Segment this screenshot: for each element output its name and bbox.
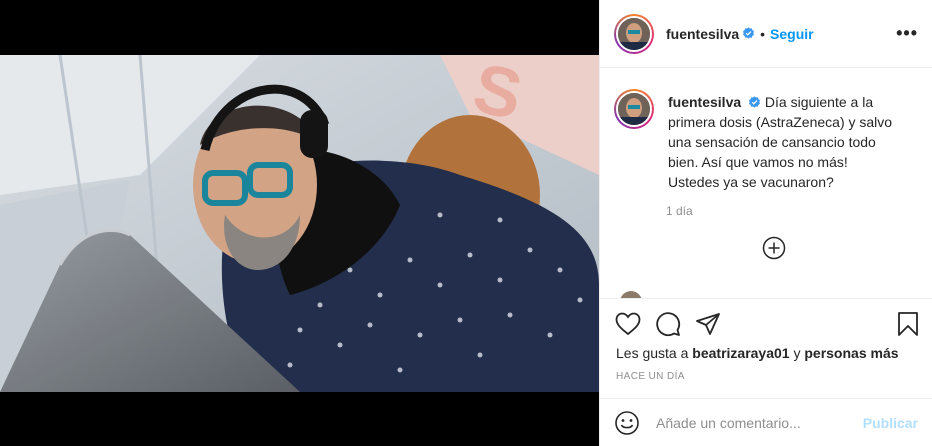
header-separator: •: [760, 25, 766, 42]
save-button[interactable]: [894, 310, 922, 338]
post-actions: Les gusta a beatrizaraya01 y personas má…: [600, 298, 932, 382]
likes-user[interactable]: beatrizaraya01: [692, 345, 789, 361]
likes-summary: Les gusta a beatrizaraya01 y personas má…: [616, 345, 932, 361]
instagram-post-modal: S fuentesilva • Seguir ••• fuentesilva D…: [0, 0, 932, 446]
add-comment-icon[interactable]: [762, 236, 786, 260]
share-button[interactable]: [694, 310, 722, 338]
avatar-image: [618, 93, 650, 125]
post-sidebar: fuentesilva • Seguir ••• fuentesilva Día…: [599, 0, 932, 446]
author-avatar[interactable]: [614, 13, 654, 54]
author-username[interactable]: fuentesilva: [666, 26, 739, 42]
post-header: fuentesilva • Seguir •••: [600, 0, 932, 68]
post-photo[interactable]: S: [0, 55, 599, 392]
likes-others[interactable]: personas más: [804, 345, 898, 361]
caption-avatar[interactable]: [614, 89, 654, 129]
likes-prefix: Les gusta a: [616, 345, 693, 361]
comment-input[interactable]: [654, 413, 863, 432]
like-button[interactable]: [614, 310, 642, 338]
comment-button[interactable]: [654, 310, 682, 338]
share-icon: [696, 313, 720, 335]
heart-icon: [615, 312, 641, 336]
publish-button[interactable]: Publicar: [863, 415, 918, 431]
selfie-image: S: [0, 55, 599, 392]
comments-area[interactable]: fuentesilva Día siguiente a la primera d…: [600, 69, 932, 298]
post-timestamp[interactable]: HACE UN DÍA: [616, 371, 932, 382]
emoji-icon: [615, 410, 639, 435]
post-media: S: [0, 0, 599, 446]
bookmark-icon: [898, 312, 918, 336]
caption-username[interactable]: fuentesilva: [668, 94, 741, 110]
follow-button[interactable]: Seguir: [770, 26, 814, 42]
more-options-icon[interactable]: •••: [896, 23, 918, 44]
emoji-button[interactable]: [614, 410, 640, 436]
avatar-image: [618, 17, 650, 50]
add-comment-bar: Publicar: [600, 398, 932, 446]
verified-badge-icon: [749, 96, 760, 108]
comment-icon: [656, 312, 681, 337]
verified-badge-icon: [743, 27, 755, 39]
caption-text: fuentesilva Día siguiente a la primera d…: [668, 92, 898, 192]
caption: fuentesilva Día siguiente a la primera d…: [600, 69, 932, 192]
likes-joiner: y: [789, 345, 805, 361]
caption-time[interactable]: 1 día: [666, 204, 932, 218]
next-comment-avatar: [620, 291, 642, 298]
